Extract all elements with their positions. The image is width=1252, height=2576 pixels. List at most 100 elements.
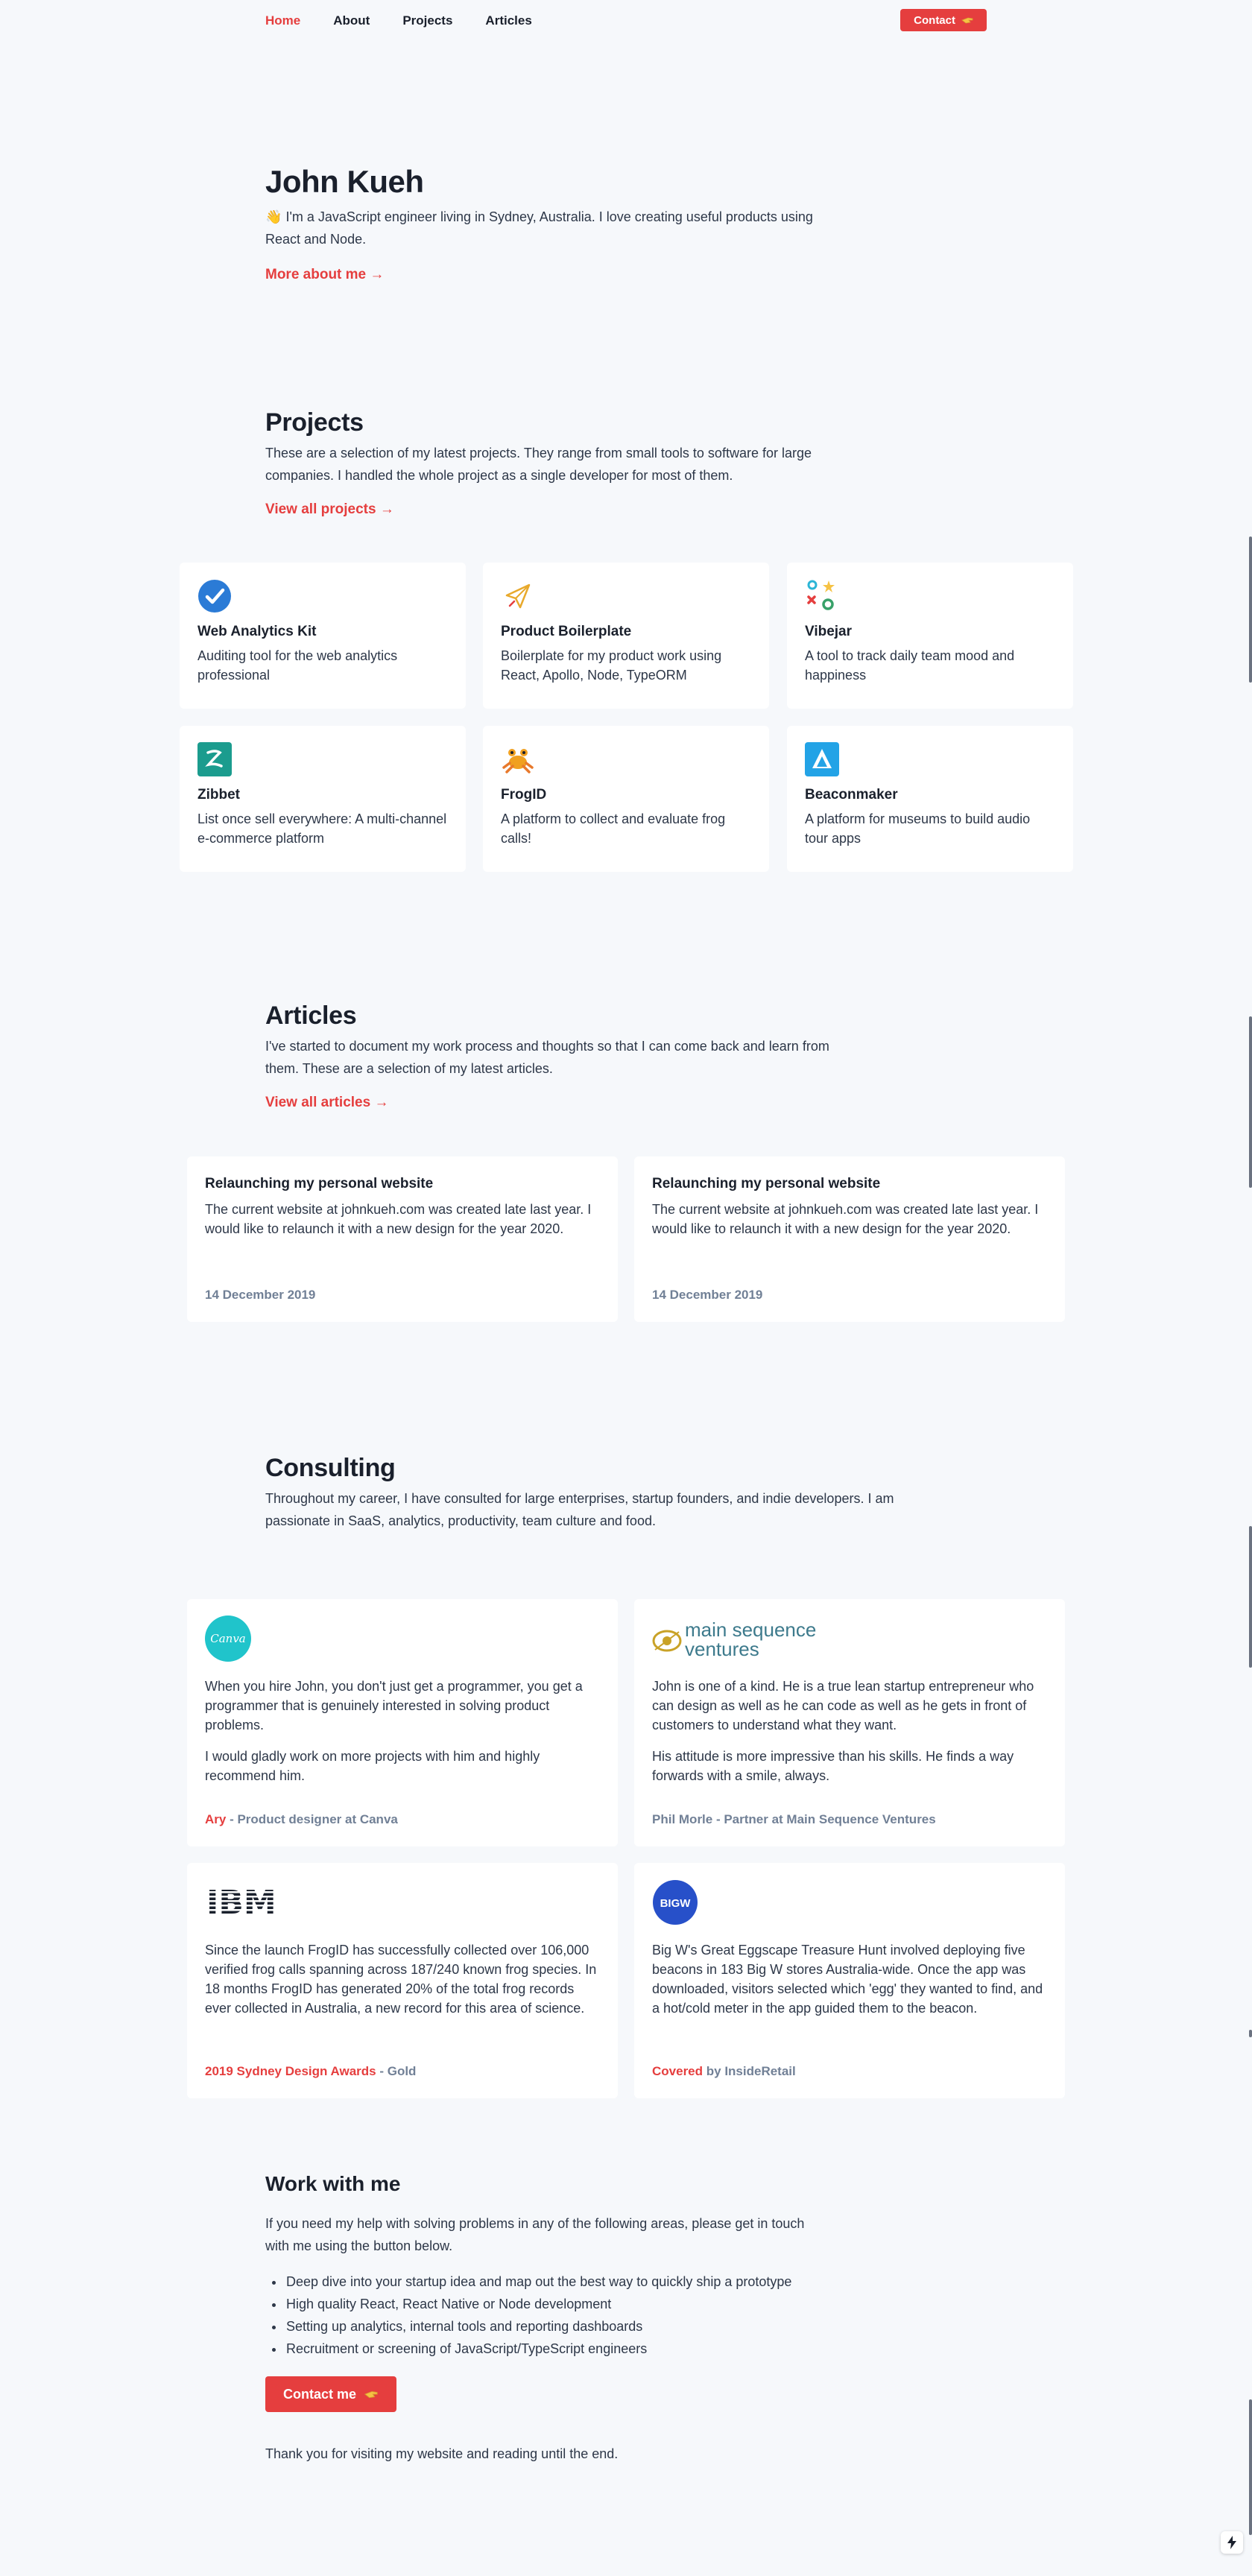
testimonial-author-role: - Product designer at Canva	[226, 1812, 398, 1826]
nav-projects-link[interactable]: Projects	[402, 13, 452, 28]
main-sequence-ventures-logo-icon: main sequence ventures	[652, 1615, 1047, 1662]
project-card-web-analytics-kit[interactable]: Web Analytics Kit Auditing tool for the …	[180, 563, 466, 709]
source-name: by InsideRetail	[703, 2064, 796, 2078]
projects-section: Projects These are a selection of my lat…	[265, 408, 832, 518]
article-title: Relaunching my personal website	[652, 1176, 881, 1192]
project-description: A platform for museums to build audio to…	[805, 811, 1031, 846]
list-item: Setting up analytics, internal tools and…	[285, 2315, 832, 2338]
work-intro: If you need my help with solving problem…	[265, 2216, 805, 2253]
consulting-section: Consulting Throughout my career, I have …	[265, 1454, 951, 1532]
articles-description: I've started to document my work process…	[265, 1039, 829, 1076]
article-title: Relaunching my personal website	[205, 1176, 434, 1192]
testimonial-quote: Since the launch FrogID has successfully…	[205, 1943, 597, 2016]
nav-articles-link[interactable]: Articles	[485, 13, 531, 28]
testimonial-author-name: Ary	[205, 1812, 227, 1826]
pointing-hand-icon	[961, 17, 973, 24]
testimonial-quote: Big W's Great Eggscape Treasure Hunt inv…	[652, 1943, 1043, 2016]
nav-about-link[interactable]: About	[333, 13, 370, 28]
testimonial-author: 2019 Sydney Design Awards - Gold	[205, 2064, 416, 2079]
nav-contact-button[interactable]: Contact	[900, 9, 987, 31]
more-about-me-link[interactable]: More about me →	[265, 267, 384, 283]
scroll-indicator	[1249, 2399, 1252, 2535]
svg-text:ventures: ventures	[685, 1638, 759, 1660]
checkmark-circle-icon	[198, 580, 231, 613]
nav-contact-label: Contact	[914, 13, 955, 27]
projects-heading: Projects	[265, 408, 364, 437]
ibm-logo-icon: IBM	[205, 1879, 600, 1925]
thanks-message: Thank you for visiting my website and re…	[265, 2446, 619, 2461]
list-item: High quality React, React Native or Node…	[285, 2293, 832, 2315]
testimonial-author: Phil Morle - Partner at Main Sequence Ve…	[652, 1812, 936, 1827]
svg-text:IBM: IBM	[206, 1884, 276, 1922]
testimonial-quote: His attitude is more impressive than his…	[652, 1749, 1014, 1783]
work-heading: Work with me	[265, 2172, 401, 2195]
project-title: Beaconmaker	[805, 787, 898, 803]
project-description: Boilerplate for my product work using Re…	[501, 648, 722, 683]
hero-intro: 👋 I'm a JavaScript engineer living in Sy…	[265, 206, 832, 250]
articles-heading: Articles	[265, 1001, 357, 1030]
hero-intro-text: I'm a JavaScript engineer living in Sydn…	[265, 209, 813, 247]
testimonial-card-main-sequence: main sequence ventures John is one of a …	[634, 1599, 1065, 1846]
article-excerpt: The current website at johnkueh.com was …	[205, 1202, 592, 1236]
project-description: A platform to collect and evaluate frog …	[501, 811, 726, 846]
project-description: A tool to track daily team mood and happ…	[805, 648, 1015, 683]
scroll-indicator	[1249, 1526, 1252, 1668]
bigw-logo-icon: BIGW	[652, 1879, 1047, 1925]
canva-logo-icon: Canva	[205, 1615, 600, 1662]
article-excerpt: The current website at johnkueh.com was …	[652, 1202, 1039, 1236]
paper-plane-icon	[505, 583, 531, 609]
project-title: Vibejar	[805, 624, 853, 639]
top-nav: Home About Projects Articles Contact	[265, 7, 987, 34]
award-name: 2019 Sydney Design Awards	[205, 2064, 376, 2078]
scroll-indicator	[1249, 1016, 1252, 1188]
testimonial-author-role: Phil Morle - Partner at Main Sequence Ve…	[652, 1812, 936, 1826]
article-date: 14 December 2019	[205, 1288, 316, 1302]
testimonial-author: Ary - Product designer at Canva	[205, 1812, 398, 1827]
lightning-bolt-icon[interactable]	[1221, 2531, 1243, 2554]
project-title: Web Analytics Kit	[197, 624, 317, 639]
testimonial-source: Covered by InsideRetail	[652, 2064, 796, 2079]
project-card-product-boilerplate[interactable]: Product Boilerplate Boilerplate for my p…	[483, 563, 769, 709]
scroll-indicator	[1249, 2030, 1252, 2037]
project-card-beaconmaker[interactable]: Beaconmaker A platform for museums to bu…	[787, 726, 1073, 872]
pointing-hand-icon	[364, 2391, 378, 2399]
article-card[interactable]: Relaunching my personal website The curr…	[187, 1156, 618, 1322]
project-description: Auditing tool for the web analytics prof…	[197, 648, 398, 683]
testimonial-card-canva: Canva When you hire John, you don't just…	[187, 1599, 618, 1846]
award-level: - Gold	[376, 2064, 417, 2078]
view-all-projects-link[interactable]: View all projects →	[265, 501, 394, 518]
testimonial-quote: John is one of a kind. He is a true lean…	[652, 1679, 1034, 1732]
list-item: Recruitment or screening of JavaScript/T…	[285, 2338, 832, 2360]
articles-section: Articles I've started to document my wor…	[265, 1001, 832, 1111]
zibbet-logo-icon	[197, 742, 232, 776]
hero-section: John Kueh 👋 I'm a JavaScript engineer li…	[265, 164, 832, 283]
project-card-zibbet[interactable]: Zibbet List once sell everywhere: A mult…	[180, 726, 466, 872]
work-areas-list: Deep dive into your startup idea and map…	[265, 2270, 832, 2360]
svg-text:BIGW: BIGW	[660, 1897, 692, 1910]
consulting-heading: Consulting	[265, 1454, 396, 1482]
beaconmaker-logo-icon	[805, 742, 839, 776]
article-card[interactable]: Relaunching my personal website The curr…	[634, 1156, 1065, 1322]
project-card-frogid[interactable]: FrogID A platform to collect and evaluat…	[483, 726, 769, 872]
view-all-articles-link[interactable]: View all articles →	[265, 1095, 388, 1111]
scroll-indicator	[1249, 537, 1252, 683]
nav-home-link[interactable]: Home	[265, 13, 300, 28]
project-title: FrogID	[501, 787, 547, 803]
project-card-vibejar[interactable]: Vibejar A tool to track daily team mood …	[787, 563, 1073, 709]
contact-me-label: Contact me	[283, 2386, 357, 2402]
work-with-me-section: Work with me If you need my help with so…	[265, 2172, 832, 2462]
covered-link[interactable]: Covered	[652, 2064, 703, 2078]
nav-links: Home About Projects Articles	[265, 13, 532, 28]
svg-text:Canva: Canva	[210, 1632, 246, 1645]
hero-name: John Kueh	[265, 164, 424, 199]
testimonial-quote: I would gladly work on more projects wit…	[205, 1749, 540, 1783]
vibejar-shapes-icon	[807, 580, 835, 610]
testimonial-card-bigw: BIGW Big W's Great Eggscape Treasure Hun…	[634, 1863, 1065, 2098]
testimonial-card-ibm: IBM Since the launch FrogID has successf…	[187, 1863, 618, 2098]
project-description: List once sell everywhere: A multi-chann…	[197, 811, 447, 846]
projects-description: These are a selection of my latest proje…	[265, 446, 812, 483]
testimonial-quote: When you hire John, you don't just get a…	[205, 1679, 583, 1732]
project-title: Zibbet	[197, 787, 240, 803]
contact-me-button[interactable]: Contact me	[265, 2376, 397, 2412]
wave-emoji-icon: 👋	[265, 209, 282, 224]
